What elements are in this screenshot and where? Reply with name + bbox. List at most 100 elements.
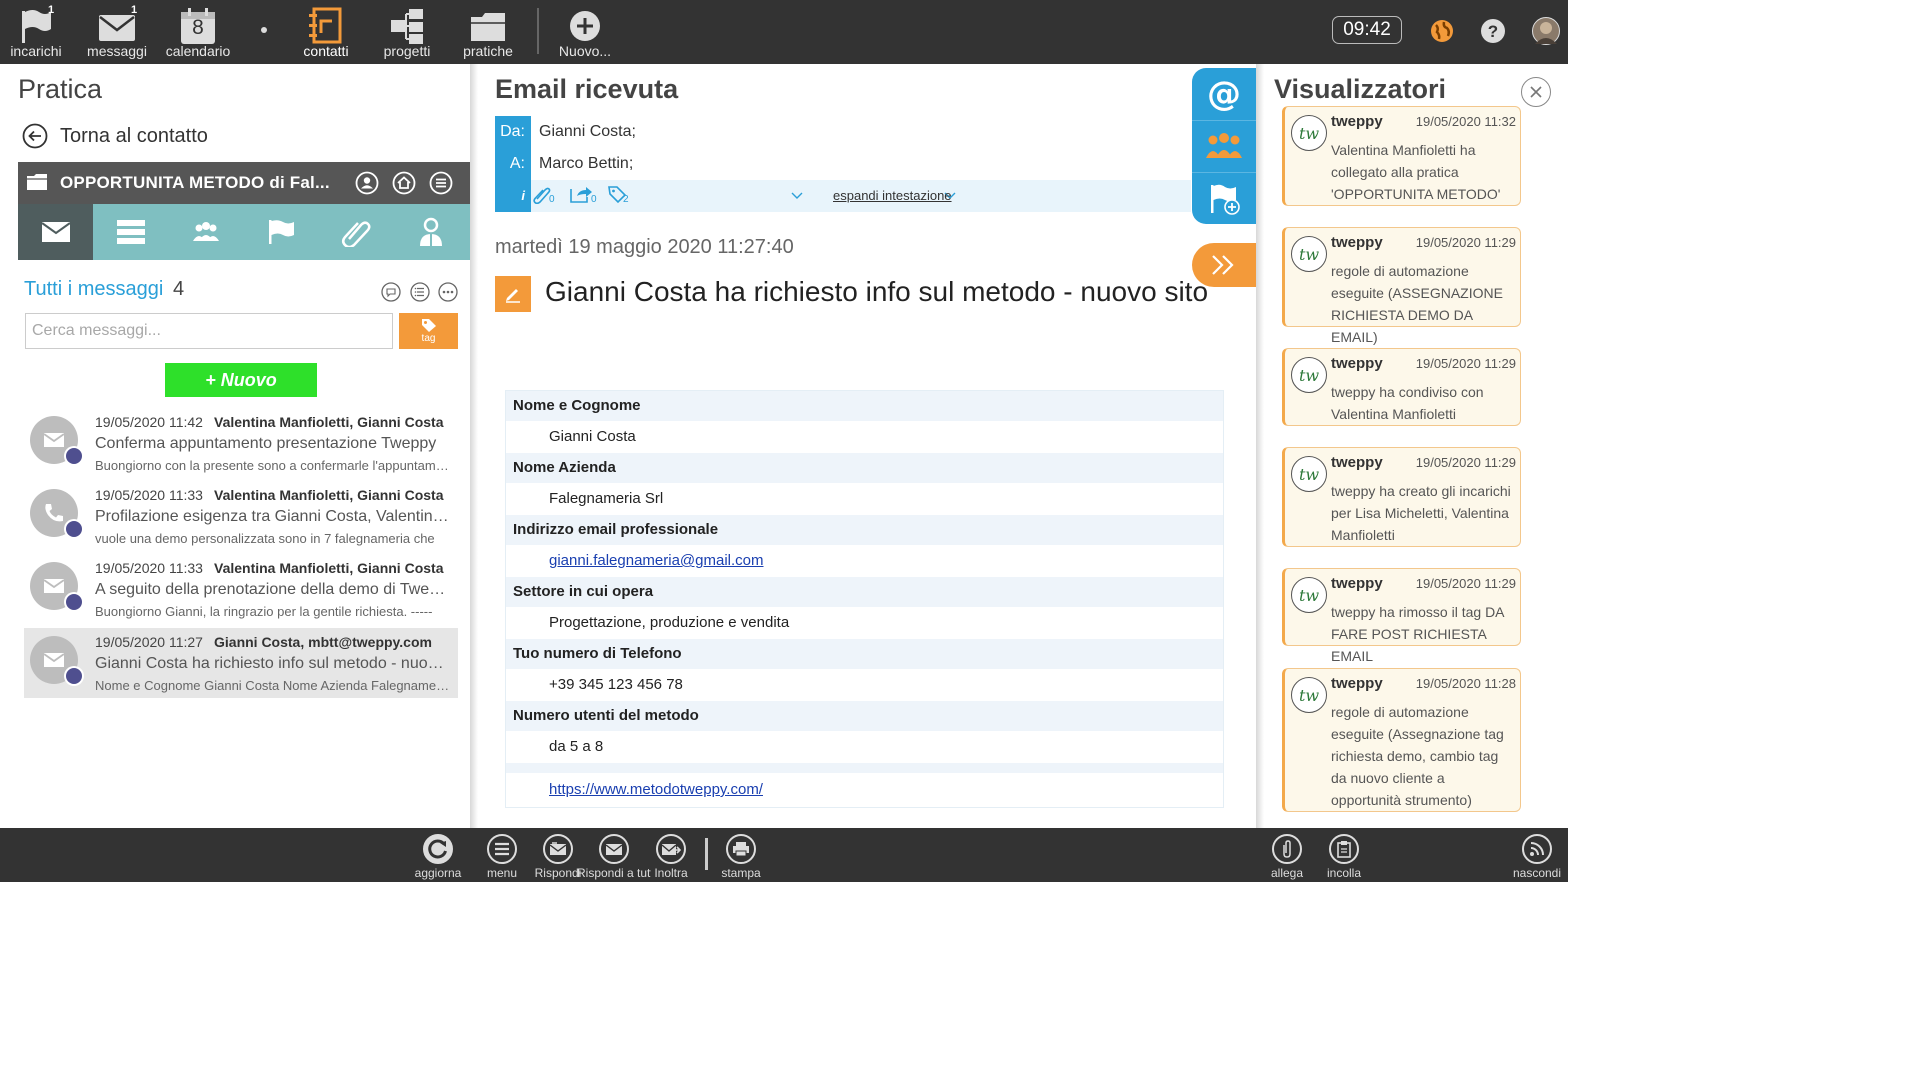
nav-label: pratiche	[463, 43, 513, 59]
card-time: 19/05/2020 11:29	[1415, 576, 1516, 591]
reply-all-button[interactable]: Rispondi a tutti	[577, 834, 651, 882]
button-label: stampa	[721, 866, 761, 880]
refresh-button[interactable]: aggiorna	[411, 834, 465, 882]
tag-count-control[interactable]: 2	[607, 184, 629, 209]
phone-icon	[45, 504, 63, 522]
email-address-link[interactable]: gianni.falegnameria@gmail.com	[549, 552, 764, 569]
tab-list[interactable]	[93, 204, 168, 260]
menu-icon[interactable]	[429, 171, 453, 195]
nav-pratiche[interactable]: pratiche	[452, 4, 524, 60]
group-action-button[interactable]	[1192, 120, 1256, 172]
svg-text:tw: tw	[1299, 686, 1319, 705]
envelope-icon	[40, 222, 71, 242]
viewers-title: Visualizzatori	[1274, 74, 1447, 104]
tab-tasks[interactable]	[243, 204, 318, 260]
help-icon[interactable]: ?	[1481, 19, 1505, 43]
svg-text:?: ?	[1488, 22, 1498, 41]
to-value[interactable]: Marco Bettin;	[539, 155, 633, 173]
projects-icon	[391, 9, 423, 44]
site-link[interactable]: https://www.metodotweppy.com/	[549, 781, 763, 798]
back-to-contact-link[interactable]: Torna al contatto	[22, 122, 208, 150]
paste-button[interactable]: incolla	[1317, 834, 1371, 882]
contact-icon[interactable]	[355, 171, 379, 195]
chat-icon[interactable]	[381, 282, 401, 302]
card-time: 19/05/2020 11:29	[1415, 455, 1516, 470]
envelope-icon	[43, 579, 65, 593]
nav-calendario[interactable]: 8 calendario	[162, 4, 234, 60]
message-list-item[interactable]: 19/05/2020 11:33 Valentina Manfioletti, …	[24, 554, 458, 624]
hide-button[interactable]: nascondi	[1510, 834, 1564, 882]
tab-messages[interactable]	[18, 204, 93, 260]
expand-panel-button[interactable]	[1192, 243, 1256, 287]
rss-icon	[1522, 834, 1552, 864]
nav-messaggi[interactable]: 1 messaggi	[81, 4, 153, 60]
message-date: 19/05/2020 11:33	[95, 487, 203, 503]
list-view-icon[interactable]	[410, 282, 430, 302]
message-list-item[interactable]: 19/05/2020 11:33 Valentina Manfioletti, …	[24, 481, 458, 551]
print-button[interactable]: stampa	[714, 834, 768, 882]
email-view: Email ricevuta Da: Gianni Costa; A: Marc…	[478, 64, 1256, 828]
viewers-panel: Visualizzatori tw tweppy 19/05/2020 11:3…	[1256, 64, 1568, 828]
message-status-badge	[64, 666, 84, 686]
card-time: 19/05/2020 11:32	[1415, 114, 1516, 129]
forward-button[interactable]: Inoltra	[644, 834, 698, 882]
info-label[interactable]: i	[495, 180, 531, 212]
nav-label: Nuovo...	[558, 43, 612, 59]
flag-icon	[268, 220, 294, 244]
share-icon	[570, 187, 592, 203]
viewer-card: tw tweppy 19/05/2020 11:29 regole di aut…	[1282, 227, 1521, 345]
forward-count-control[interactable]: 0	[569, 184, 597, 209]
opportunity-tabs	[18, 204, 470, 260]
nav-label: calendario	[165, 43, 231, 59]
message-list-item[interactable]: 19/05/2020 11:42 Valentina Manfioletti, …	[24, 408, 458, 478]
card-text: regole di automazione eseguite (ASSEGNAZ…	[1331, 263, 1503, 345]
tab-people[interactable]	[168, 204, 243, 260]
more-options-icon[interactable]	[438, 282, 458, 302]
card-time: 19/05/2020 11:29	[1415, 356, 1516, 371]
field-value: Gianni Costa	[506, 421, 1223, 453]
edit-subject-button[interactable]	[495, 276, 531, 312]
message-status-badge	[64, 446, 84, 466]
message-date: 19/05/2020 11:33	[95, 560, 203, 576]
new-message-button[interactable]: + Nuovo	[165, 363, 317, 397]
nav-progetti[interactable]: progetti	[371, 4, 443, 60]
expand-header-link[interactable]: espandi intestazione	[833, 188, 952, 203]
tag-filter-button[interactable]: tag	[399, 313, 458, 349]
tag-count: 2	[623, 194, 629, 205]
nav-nuovo[interactable]: Nuovo...	[549, 4, 621, 60]
nav-incarichi[interactable]: 1 incarichi	[0, 4, 72, 60]
topbar-divider	[537, 8, 539, 54]
email-action-button[interactable]: @	[1192, 68, 1256, 120]
email-date: martedì 19 maggio 2020 11:27:40	[495, 236, 794, 258]
avatar[interactable]	[1532, 17, 1560, 45]
attach-button[interactable]: allega	[1260, 834, 1314, 882]
bottombar-divider	[705, 838, 708, 870]
tweppy-logo-icon: tw	[1291, 456, 1327, 492]
pratica-panel: Pratica Torna al contatto OPPORTUNITA ME…	[0, 64, 470, 828]
nav-contatti[interactable]: contatti	[290, 4, 362, 60]
all-messages-title[interactable]: Tutti i messaggi	[24, 278, 163, 301]
attachment-count-control[interactable]: 0	[531, 184, 555, 209]
message-preview: Nome e Cognome Gianni Costa Nome Azienda…	[95, 678, 451, 693]
tab-contact[interactable]	[393, 204, 468, 260]
bottom-toolbar: aggiorna menu Rispondi Rispondi a tutti …	[0, 828, 1568, 882]
home-icon[interactable]	[392, 171, 416, 195]
message-subject: Gianni Costa ha richiesto info sul metod…	[95, 655, 451, 672]
globe-icon[interactable]	[1430, 19, 1454, 43]
people-icon	[192, 222, 219, 241]
message-list-item-selected[interactable]: 19/05/2020 11:27 Gianni Costa, mbtt@twep…	[24, 628, 458, 698]
paperclip-icon	[1272, 834, 1302, 864]
add-task-button[interactable]	[1192, 172, 1256, 224]
field-label: Indirizzo email professionale	[506, 515, 1223, 545]
close-panel-button[interactable]	[1521, 77, 1551, 107]
message-from: Valentina Manfioletti, Gianni Costa	[214, 560, 444, 576]
tab-attachments[interactable]	[318, 204, 393, 260]
opportunity-title: OPPORTUNITA METODO di Fal...	[60, 173, 330, 192]
card-time: 19/05/2020 11:29	[1415, 235, 1516, 250]
search-messages-input[interactable]	[25, 313, 393, 349]
message-preview: vuole una demo personalizzata sono in 7 …	[95, 531, 435, 546]
clock: 09:42	[1332, 16, 1402, 44]
panel-divider	[470, 64, 478, 828]
message-status-badge	[64, 519, 84, 539]
from-value[interactable]: Gianni Costa;	[539, 123, 636, 141]
